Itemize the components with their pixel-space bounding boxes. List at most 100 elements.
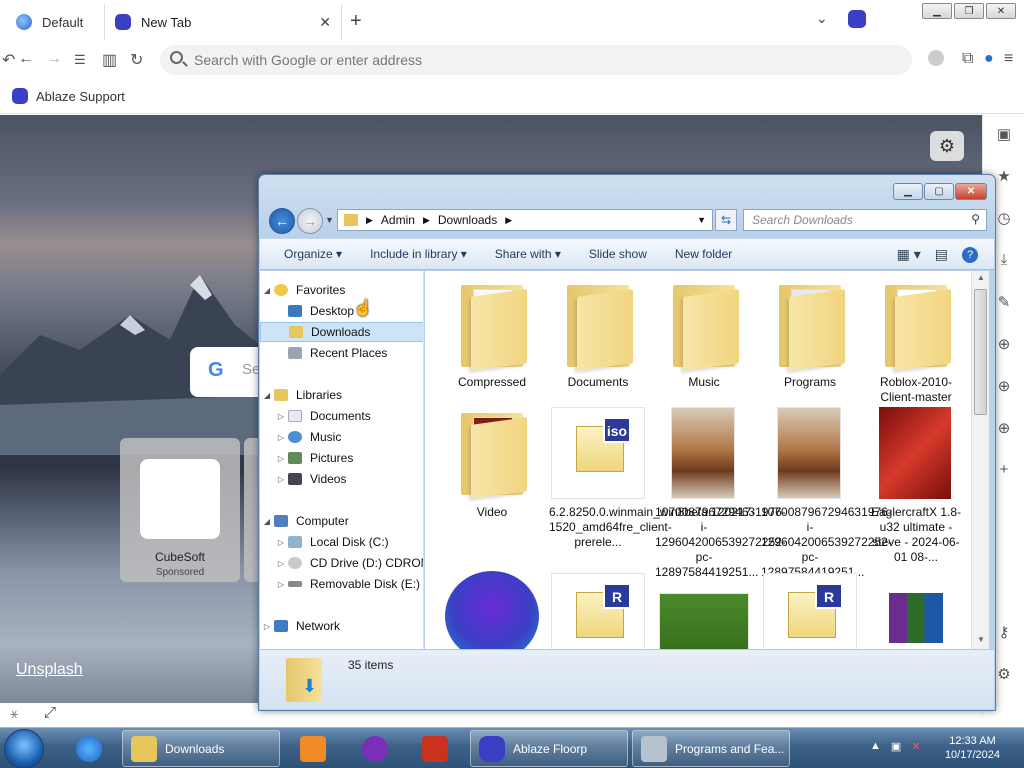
address-bar[interactable]: ▶ Admin ▶ Downloads ▶ ▼: [337, 209, 713, 231]
search-downloads-input[interactable]: Search Downloads ⚲: [743, 209, 987, 231]
scroll-up-icon[interactable]: ▲: [977, 273, 985, 282]
file-item-eaglercraft[interactable]: EaglercraftX 1.8-u32 ultimate - steve - …: [867, 405, 965, 565]
nav-documents[interactable]: ▷ Documents: [260, 406, 423, 426]
organize-button[interactable]: Organize ▾: [284, 247, 342, 261]
nav-removable-disk[interactable]: ▷ Removable Disk (E:): [260, 574, 423, 594]
sidebar-icon[interactable]: ▥: [102, 50, 117, 70]
profile-icon[interactable]: ●: [984, 50, 994, 68]
add-panel-icon[interactable]: +: [993, 461, 1015, 478]
refresh-button[interactable]: ⇆: [715, 209, 737, 231]
file-item-rdp[interactable]: R: [549, 571, 647, 649]
folder-item-video[interactable]: Video: [443, 405, 541, 565]
new-folder-button[interactable]: New folder: [675, 247, 732, 261]
unsplash-credit-link[interactable]: Unsplash: [16, 661, 83, 679]
tab-new-tab[interactable]: New Tab ✕: [104, 4, 342, 40]
nav-music[interactable]: ▷ Music: [260, 427, 423, 447]
nav-local-disk[interactable]: ▷ Local Disk (C:): [260, 532, 423, 552]
taskbar-app[interactable]: [354, 730, 398, 767]
close-button[interactable]: ✕: [955, 183, 987, 200]
file-item-floorp-installer[interactable]: [443, 571, 541, 649]
history-icon[interactable]: ◷: [993, 209, 1015, 227]
share-with-button[interactable]: Share with ▾: [495, 247, 561, 261]
undo-icon[interactable]: ↶: [2, 50, 15, 70]
edit-icon[interactable]: ✎: [993, 293, 1015, 311]
key-icon[interactable]: ⚷: [993, 623, 1015, 641]
folder-item-roblox-client[interactable]: Roblox-2010-Client-master: [867, 277, 965, 404]
back-button[interactable]: ←: [269, 208, 295, 234]
maximize-button[interactable]: ▢: [924, 183, 954, 200]
nav-cd-drive[interactable]: ▷ CD Drive (D:) CDROM: [260, 553, 423, 573]
web-panel-icon[interactable]: ⊕: [993, 335, 1015, 353]
file-item-image[interactable]: [655, 571, 753, 649]
folder-item-documents[interactable]: Documents: [549, 277, 647, 397]
forward-button[interactable]: →: [297, 208, 323, 234]
show-hidden-icons-icon[interactable]: ▲: [870, 740, 881, 753]
file-item-image[interactable]: 1070087967294631976-i-129604200653927225…: [655, 405, 786, 579]
settings-icon[interactable]: ⚙: [993, 665, 1015, 683]
nav-desktop[interactable]: Desktop: [260, 301, 423, 321]
restore-button[interactable]: ❐: [954, 3, 984, 19]
menu-icon[interactable]: ≡: [1004, 50, 1013, 68]
bookmark-star-icon[interactable]: ★: [993, 167, 1015, 185]
extensions-icon[interactable]: ⧉: [962, 50, 973, 68]
account-icon[interactable]: [928, 50, 944, 66]
ablaze-account-icon[interactable]: [848, 10, 866, 28]
url-bar[interactable]: Search with Google or enter address: [160, 45, 912, 75]
nav-downloads[interactable]: Downloads: [260, 322, 423, 342]
taskbar-media-player[interactable]: [292, 730, 336, 767]
nav-pictures[interactable]: ▷ Pictures: [260, 448, 423, 468]
vertical-scrollbar[interactable]: ▲ ▼: [971, 271, 989, 649]
page-settings-button[interactable]: ⚙: [930, 131, 964, 161]
wand-icon[interactable]: ⚹: [10, 705, 18, 722]
taskbar-internet-explorer[interactable]: [68, 730, 112, 767]
clock[interactable]: 12:33 AM 10/17/2024: [945, 734, 1000, 762]
minimize-button[interactable]: ▁: [922, 3, 952, 19]
back-icon[interactable]: ←: [18, 50, 34, 68]
slide-show-button[interactable]: Slide show: [589, 247, 647, 261]
scroll-down-icon[interactable]: ▼: [977, 635, 985, 644]
include-in-library-button[interactable]: Include in library ▾: [370, 247, 467, 261]
recent-pages-icon[interactable]: ▼: [325, 215, 334, 225]
nav-recent-places[interactable]: Recent Places: [260, 343, 423, 363]
volume-muted-icon[interactable]: ✕: [911, 740, 920, 753]
forward-icon[interactable]: →: [46, 50, 62, 68]
network-status-icon[interactable]: ▣: [891, 740, 901, 753]
preview-pane-icon[interactable]: ▤: [935, 246, 948, 263]
tab-default[interactable]: Default: [6, 4, 102, 40]
bookmark-ablaze-support[interactable]: Ablaze Support: [12, 88, 125, 104]
briefcase-icon[interactable]: ▣: [993, 125, 1015, 143]
taskbar-ablaze-floorp[interactable]: Ablaze Floorp: [470, 730, 628, 767]
download-icon[interactable]: ⤓: [993, 251, 1015, 268]
close-tab-icon[interactable]: ✕: [319, 14, 331, 31]
breadcrumb-downloads[interactable]: Downloads: [438, 213, 497, 227]
reload-icon[interactable]: ↻: [130, 50, 143, 70]
file-item-archive[interactable]: [867, 571, 965, 649]
nav-videos[interactable]: ▷ Videos: [260, 469, 423, 489]
expand-icon[interactable]: ⤢: [44, 704, 56, 721]
nav-favorites[interactable]: ◢ Favorites: [260, 280, 423, 300]
shortcut-tile-cubesoft[interactable]: CubeSoft Sponsored: [120, 438, 240, 582]
help-icon[interactable]: ?: [962, 246, 978, 263]
tab-list-icon[interactable]: ⌄: [816, 10, 828, 27]
address-dropdown-icon[interactable]: ▼: [697, 215, 706, 225]
web-panel-icon[interactable]: ⊕: [993, 419, 1015, 437]
change-view-icon[interactable]: ▦ ▾: [897, 246, 921, 263]
breadcrumb-admin[interactable]: Admin: [381, 213, 415, 227]
folder-item-compressed[interactable]: Compressed: [443, 277, 541, 397]
web-panel-icon[interactable]: ⊕: [993, 377, 1015, 395]
file-item-iso[interactable]: iso 6.2.8250.0.winmain_win8beta.120217-1…: [549, 405, 755, 565]
folder-item-music[interactable]: Music: [655, 277, 753, 397]
nav-network[interactable]: ▷ Network: [260, 616, 423, 636]
list-icon[interactable]: ☰: [74, 52, 86, 68]
new-tab-button[interactable]: +: [350, 10, 362, 33]
folder-item-programs[interactable]: Programs: [761, 277, 859, 397]
nav-libraries[interactable]: ◢ Libraries: [260, 385, 423, 405]
taskbar-eaglercraft[interactable]: [414, 730, 458, 767]
scrollbar-thumb[interactable]: [974, 289, 987, 415]
start-button[interactable]: [4, 729, 44, 768]
file-item-rdp[interactable]: R: [761, 571, 859, 649]
taskbar-programs-and-features[interactable]: Programs and Fea...: [632, 730, 790, 767]
taskbar-downloads[interactable]: Downloads: [122, 730, 280, 767]
nav-computer[interactable]: ◢ Computer: [260, 511, 423, 531]
close-button[interactable]: ✕: [986, 3, 1016, 19]
